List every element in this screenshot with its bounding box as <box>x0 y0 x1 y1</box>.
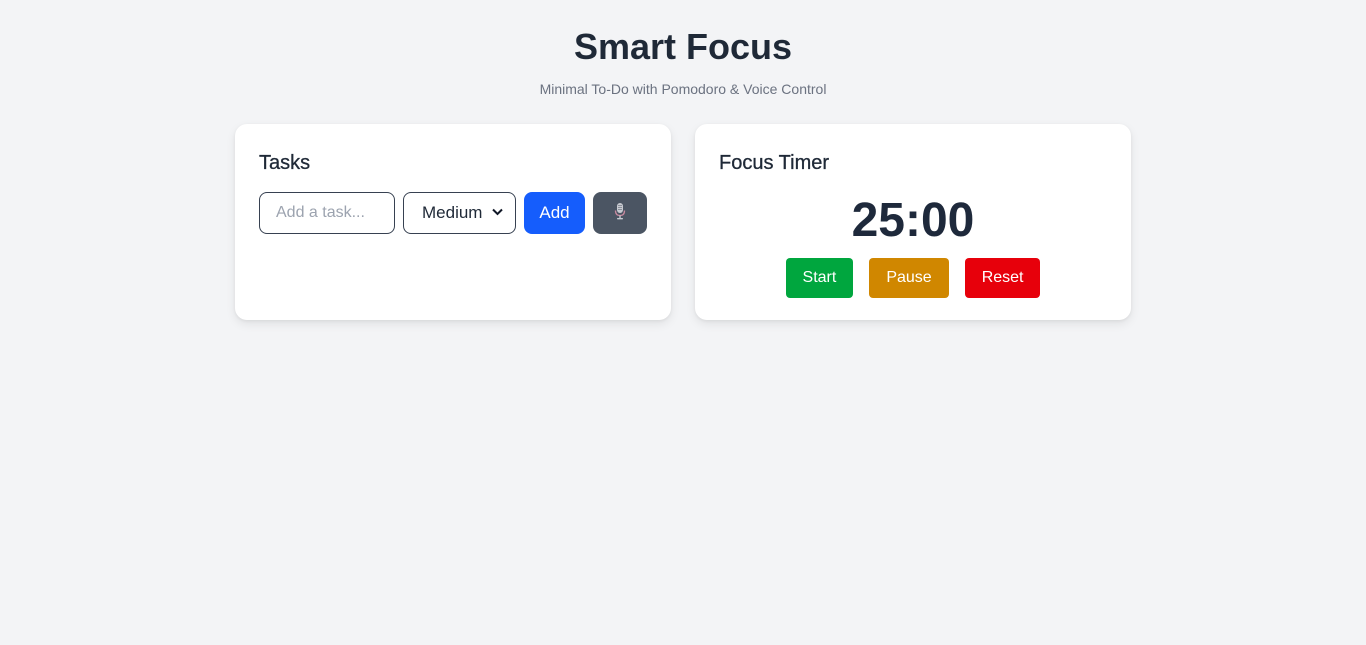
page-header: Smart Focus Minimal To-Do with Pomodoro … <box>0 0 1366 98</box>
timer-controls: Start Pause Reset <box>719 258 1107 298</box>
tasks-card: Tasks Medium Add <box>235 124 671 320</box>
start-button[interactable]: Start <box>785 258 854 298</box>
pause-button[interactable]: Pause <box>869 258 949 298</box>
app-title: Smart Focus <box>573 26 793 67</box>
task-input-row: Medium Add <box>259 192 647 234</box>
app-subtitle: Minimal To-Do with Pomodoro & Voice Cont… <box>539 81 827 97</box>
timer-title: Focus Timer <box>719 152 830 174</box>
priority-selected-value: Medium <box>422 203 483 222</box>
tasks-title: Tasks <box>259 152 311 174</box>
main-content: Tasks Medium Add <box>235 124 1131 320</box>
timer-card: Focus Timer 25:00 Start Pause Reset <box>695 124 1131 320</box>
timer-display: 25:00 <box>851 194 975 247</box>
chevron-down-icon <box>492 207 503 219</box>
voice-input-button[interactable] <box>593 192 647 234</box>
add-task-button[interactable]: Add <box>524 192 585 234</box>
priority-select[interactable]: Medium <box>403 192 516 234</box>
microphone-icon <box>613 202 627 225</box>
task-input[interactable] <box>259 192 395 234</box>
reset-button[interactable]: Reset <box>964 258 1041 298</box>
